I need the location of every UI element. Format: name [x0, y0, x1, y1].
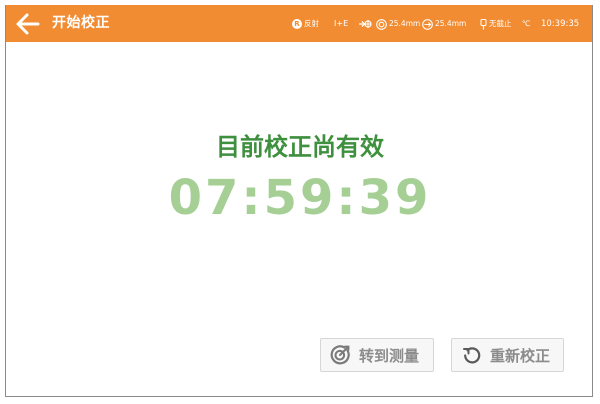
aperture-status: 25.4mm [376, 16, 420, 32]
calibration-countdown: 07:59:39 [168, 170, 432, 226]
diameter-value: 25.4mm [435, 19, 467, 28]
mode-badge: R [292, 19, 302, 29]
clock-time: 10:39:35 [541, 19, 580, 29]
page-title: 开始校正 [52, 15, 110, 31]
temperature-status: ℃ [522, 16, 530, 32]
target-icon [330, 345, 350, 365]
arrow-left-icon [16, 13, 40, 35]
header-bar: 开始校正 R 反射 I+E 25.4mm 25.4mm 无截止 ℃ 10:39:… [6, 5, 592, 42]
back-button[interactable] [14, 10, 42, 38]
recalibrate-button[interactable]: 重新校正 [451, 338, 564, 372]
alignment-status [358, 16, 372, 32]
go-to-measure-label: 转到测量 [359, 346, 420, 365]
diameter-icon [422, 18, 433, 30]
filter-label: 无截止 [489, 19, 512, 28]
aperture-value: 25.4mm [389, 19, 421, 28]
aperture-ring-icon [376, 18, 387, 30]
recalibrate-label: 重新校正 [490, 346, 551, 365]
clock-status: 10:39:35 [541, 16, 579, 32]
probe-icon [480, 18, 487, 29]
go-to-measure-button[interactable]: 转到测量 [320, 338, 434, 372]
format-status: I+E [334, 16, 348, 32]
temperature-unit: ℃ [522, 19, 531, 28]
calibration-valid-message: 目前校正尚有效 [216, 133, 384, 161]
mode-label: 反射 [304, 19, 319, 28]
calibration-screen: 开始校正 R 反射 I+E 25.4mm 25.4mm 无截止 ℃ 10:39:… [5, 5, 593, 397]
crosshair-arrow-icon [359, 20, 372, 28]
format-label: I+E [334, 19, 349, 28]
refresh-icon [463, 347, 481, 364]
filter-status: 无截止 [480, 16, 512, 32]
diameter-status: 25.4mm [422, 16, 466, 32]
measure-mode-status: R 反射 [292, 16, 319, 32]
